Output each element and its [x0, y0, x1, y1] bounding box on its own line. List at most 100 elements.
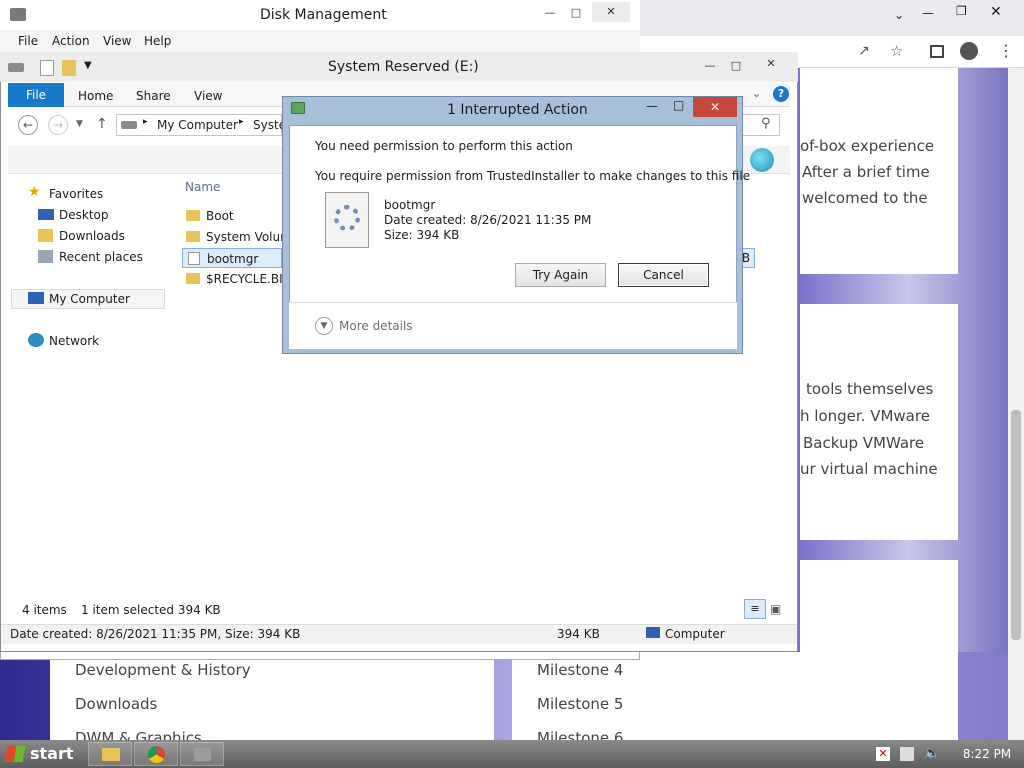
new-folder-icon[interactable]: [62, 60, 76, 76]
up-icon[interactable]: ↑: [96, 116, 108, 132]
item-count: 4 items: [22, 603, 67, 617]
gear-icon: [334, 205, 360, 231]
chrome-icon: [148, 746, 165, 763]
folder-icon: [186, 231, 200, 242]
folder-icon: [186, 273, 200, 284]
system-file-icon: [325, 192, 369, 248]
maximize-icon[interactable]: □: [562, 3, 590, 23]
nav-network[interactable]: Network: [49, 334, 99, 348]
side-panel-icon[interactable]: [930, 45, 944, 58]
column-header-name[interactable]: Name: [185, 180, 220, 194]
forward-icon[interactable]: →: [48, 115, 68, 135]
nav-downloads[interactable]: Downloads: [59, 229, 125, 243]
disk-management-menubar: [0, 30, 640, 52]
maximize-icon[interactable]: □: [722, 56, 750, 76]
volume-muted-icon[interactable]: 🔈: [924, 746, 940, 761]
minimize-icon[interactable]: —: [922, 6, 934, 20]
window-title: Disk Management: [260, 7, 387, 23]
taskbar-explorer[interactable]: [88, 742, 132, 766]
link-milestone-6[interactable]: Milestone 6: [537, 729, 623, 740]
maximize-icon[interactable]: □: [673, 98, 684, 112]
back-icon[interactable]: ←: [18, 115, 38, 135]
profile-icon[interactable]: [960, 42, 978, 60]
close-icon[interactable]: ✕: [990, 4, 1002, 20]
network-icon: [28, 333, 44, 347]
browser-titlebar: ⌄ — ❐ ✕: [640, 0, 1024, 36]
link-milestone-5[interactable]: Milestone 5: [537, 695, 623, 713]
action-center-icon[interactable]: ✕: [876, 747, 890, 761]
link-milestone-4[interactable]: Milestone 4: [537, 661, 623, 679]
more-details-link[interactable]: More details: [339, 319, 413, 333]
tab-home[interactable]: Home: [78, 89, 113, 103]
search-input[interactable]: ⚲: [740, 114, 780, 136]
menu-file[interactable]: File: [18, 34, 38, 48]
cancel-button[interactable]: Cancel: [618, 263, 709, 287]
link-development-history[interactable]: Development & History: [75, 661, 251, 679]
breadcrumb-my-computer[interactable]: My Computer: [157, 118, 238, 132]
taskbar-clock[interactable]: 8:22 PM: [950, 740, 1024, 768]
taskbar-chrome[interactable]: [134, 742, 178, 766]
folder-icon: [186, 210, 200, 221]
minimize-icon[interactable]: —: [696, 56, 724, 76]
details-size: 394 KB: [557, 627, 600, 641]
file-transfer-icon: [291, 102, 305, 114]
restore-icon[interactable]: ❐: [956, 4, 967, 18]
taskbar-disk-management[interactable]: [180, 742, 224, 766]
menu-dots-icon[interactable]: ⋮: [998, 41, 1014, 60]
network-status-icon[interactable]: [900, 747, 914, 761]
close-icon[interactable]: ✕: [752, 54, 790, 74]
scrollbar-thumb[interactable]: [1011, 410, 1021, 640]
close-icon[interactable]: ✕: [693, 97, 737, 117]
file-row-selected[interactable]: bootmgr: [182, 248, 282, 268]
content-card-3: [800, 560, 958, 652]
link-dwm-graphics[interactable]: DWM & Graphics: [75, 729, 202, 740]
nav-desktop[interactable]: Desktop: [59, 208, 109, 222]
disk-management-titlebar: Disk Management — □ ✕: [0, 0, 640, 30]
disk-management-icon: [10, 8, 26, 21]
tab-share[interactable]: Share: [136, 89, 171, 103]
file-row[interactable]: System Volum: [182, 227, 292, 247]
breadcrumb-separator-icon: ▸: [143, 117, 148, 127]
link-downloads[interactable]: Downloads: [75, 695, 157, 713]
selection-info: 1 item selected 394 KB: [81, 603, 221, 617]
dialog-heading: You need permission to perform this acti…: [315, 139, 573, 153]
drive-icon: [121, 121, 137, 129]
nav-favorites[interactable]: Favorites: [49, 187, 103, 201]
file-row[interactable]: $RECYCLE.BIN: [182, 269, 292, 289]
tab-file[interactable]: File: [8, 83, 64, 107]
properties-icon[interactable]: [40, 60, 54, 76]
share-icon[interactable]: ↗: [858, 43, 870, 59]
menu-help[interactable]: Help: [144, 34, 171, 48]
help-icon[interactable]: ?: [773, 86, 789, 102]
dialog-file-date: Date created: 8/26/2021 11:35 PM: [384, 213, 592, 227]
quick-access-dropdown-icon[interactable]: ▼: [84, 60, 92, 71]
star-icon[interactable]: ☆: [890, 42, 903, 60]
address-box[interactable]: ▸ My Computer ▸ Syste: [116, 114, 286, 136]
system-file-icon: [188, 252, 200, 265]
explorer-title: System Reserved (E:): [328, 59, 479, 75]
minimize-icon[interactable]: —: [536, 3, 564, 23]
tab-view[interactable]: View: [194, 89, 222, 103]
computer-icon: [646, 627, 660, 638]
dialog-title: 1 Interrupted Action: [447, 102, 588, 118]
file-row[interactable]: Boot: [182, 206, 234, 226]
explorer-titlebar: ▼ System Reserved (E:) — □ ✕: [0, 52, 798, 82]
menu-action[interactable]: Action: [52, 34, 90, 48]
try-again-button[interactable]: Try Again: [515, 263, 606, 287]
nav-my-computer[interactable]: My Computer: [49, 292, 130, 306]
details-view-icon[interactable]: ≡: [744, 599, 766, 619]
menu-view[interactable]: View: [103, 34, 131, 48]
close-icon[interactable]: ✕: [592, 2, 630, 22]
folder-icon: [102, 748, 120, 761]
chevron-down-icon[interactable]: ⌄: [894, 8, 904, 22]
nav-recent-places[interactable]: Recent places: [59, 250, 143, 264]
recent-locations-icon[interactable]: ▼: [76, 119, 83, 129]
details-location: Computer: [665, 627, 725, 641]
minimize-icon[interactable]: —: [646, 99, 658, 113]
expand-chevron-icon[interactable]: ▼: [315, 317, 333, 335]
thumbnail-view-icon[interactable]: ▣: [770, 602, 781, 616]
start-button[interactable]: start: [0, 740, 84, 768]
breadcrumb-separator-icon: ▸: [239, 117, 244, 127]
globe-icon[interactable]: [750, 148, 774, 172]
ribbon-expand-icon[interactable]: ⌄: [752, 87, 761, 100]
